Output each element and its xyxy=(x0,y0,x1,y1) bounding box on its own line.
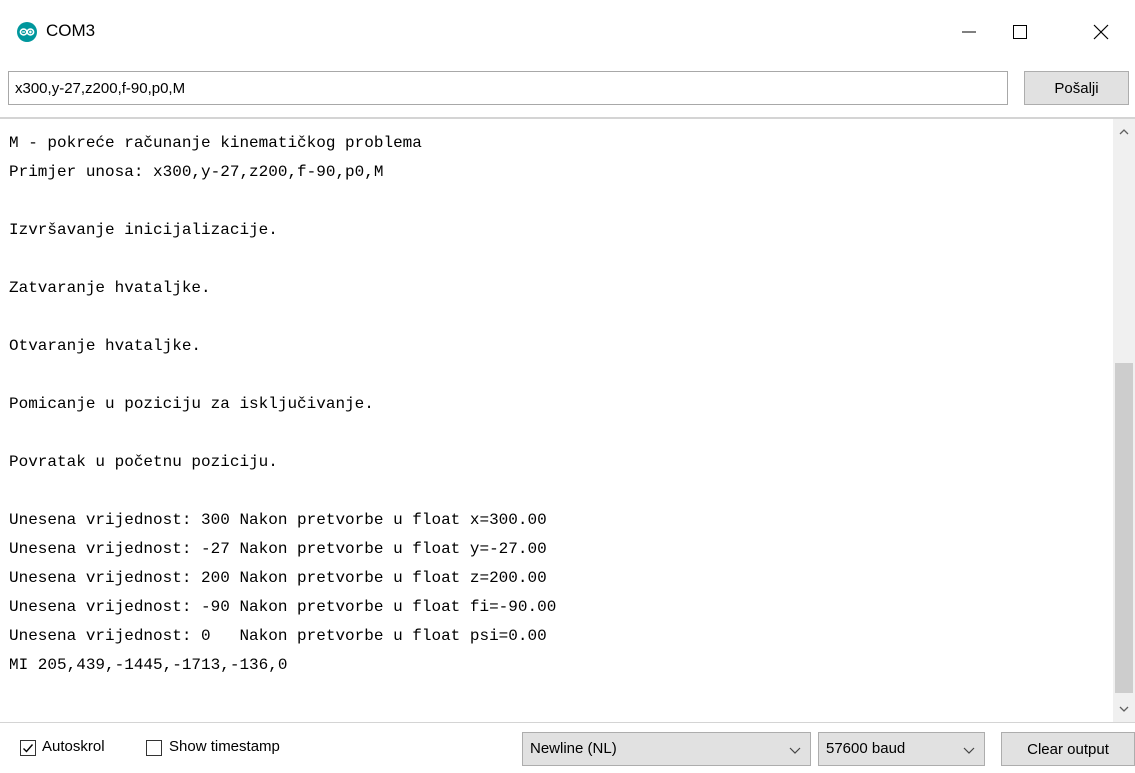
chevron-down-icon xyxy=(1119,706,1129,712)
output-line: Povratak u početnu poziciju. xyxy=(9,453,278,471)
maximize-icon xyxy=(1013,24,1027,39)
close-button[interactable] xyxy=(1078,0,1124,63)
scroll-up-button[interactable] xyxy=(1113,119,1135,145)
serial-output-area[interactable]: M - pokreće računanje kinematičkog probl… xyxy=(0,119,1113,722)
show-timestamp-checkbox[interactable] xyxy=(146,740,162,756)
output-lines: M - pokreće računanje kinematičkog probl… xyxy=(9,129,556,680)
baud-rate-select[interactable]: 57600 baud xyxy=(818,732,985,766)
line-ending-select[interactable]: Newline (NL) xyxy=(522,732,811,766)
output-line: Otvaranje hvataljke. xyxy=(9,337,202,355)
minimize-icon xyxy=(962,31,976,32)
show-timestamp-label[interactable]: Show timestamp xyxy=(169,738,280,755)
baud-rate-value: 57600 baud xyxy=(826,740,906,757)
send-row: Pošalji xyxy=(0,67,1135,111)
output-line: Primjer unosa: x300,y-27,z200,f-90,p0,M xyxy=(9,163,384,181)
output-line xyxy=(9,245,556,274)
serial-send-input[interactable] xyxy=(8,71,1008,105)
line-ending-value: Newline (NL) xyxy=(530,740,617,757)
arduino-icon xyxy=(17,22,37,42)
send-button[interactable]: Pošalji xyxy=(1024,71,1129,105)
output-line: Unesena vrijednost: -90 Nakon pretvorbe … xyxy=(9,598,557,616)
close-icon xyxy=(1093,24,1109,39)
output-line xyxy=(9,187,556,216)
output-line: MI 205,439,-1445,-1713,-136,0 xyxy=(9,656,288,674)
output-line: Unesena vrijednost: 0 Nakon pretvorbe u … xyxy=(9,627,547,645)
clear-output-button[interactable]: Clear output xyxy=(1001,732,1135,766)
checkmark-icon xyxy=(23,744,34,753)
output-line: Pomicanje u poziciju za isključivanje. xyxy=(9,395,374,413)
status-bar: Autoskrol Show timestamp Newline (NL) 57… xyxy=(0,723,1135,773)
autoscroll-label[interactable]: Autoskrol xyxy=(42,738,105,755)
output-line xyxy=(9,419,556,448)
output-line: Unesena vrijednost: 200 Nakon pretvorbe … xyxy=(9,569,547,587)
output-line: M - pokreće računanje kinematičkog probl… xyxy=(9,134,422,152)
window-title: COM3 xyxy=(46,21,96,40)
output-line xyxy=(9,361,556,390)
output-line xyxy=(9,477,556,506)
chevron-up-icon xyxy=(1119,129,1129,135)
output-line: Zatvaranje hvataljke. xyxy=(9,279,211,297)
output-line xyxy=(9,303,556,332)
vertical-scrollbar[interactable] xyxy=(1113,119,1135,722)
title-bar: COM3 xyxy=(0,0,1135,63)
output-line: Unesena vrijednost: -27 Nakon pretvorbe … xyxy=(9,540,547,558)
maximize-button[interactable] xyxy=(997,0,1043,63)
output-line: Unesena vrijednost: 300 Nakon pretvorbe … xyxy=(9,511,547,529)
autoscroll-checkbox[interactable] xyxy=(20,740,36,756)
chevron-down-icon xyxy=(789,747,801,754)
scroll-thumb[interactable] xyxy=(1115,363,1133,693)
minimize-button[interactable] xyxy=(946,0,992,63)
scroll-down-button[interactable] xyxy=(1113,696,1135,722)
chevron-down-icon xyxy=(963,747,975,754)
output-line: Izvršavanje inicijalizacije. xyxy=(9,221,278,239)
